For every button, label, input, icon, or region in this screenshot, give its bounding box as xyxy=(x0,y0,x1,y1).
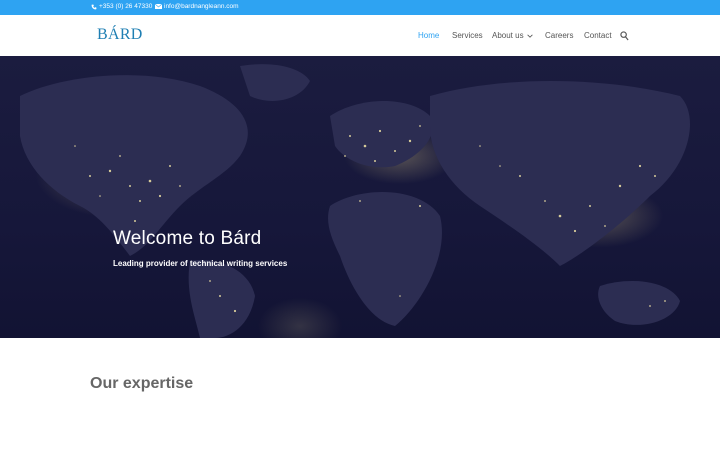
nav-contact[interactable]: Contact xyxy=(584,31,612,40)
world-lights-map xyxy=(20,64,690,338)
nav-contact-label: Contact xyxy=(584,31,612,40)
site-header: BÁRD Home Services About us Careers Cont… xyxy=(0,15,720,56)
nav-careers[interactable]: Careers xyxy=(545,31,573,40)
nav-home-label: Home xyxy=(418,31,440,40)
chevron-down-icon xyxy=(526,34,533,38)
topbar-email[interactable]: info@bardnangleann.com xyxy=(155,3,239,10)
topbar-phone[interactable]: +353 (0) 26 47330 xyxy=(91,3,152,10)
nav-about-label: About us xyxy=(492,31,524,40)
section-title: Our expertise xyxy=(90,375,194,392)
top-bar: +353 (0) 26 47330 info@bardnangleann.com xyxy=(0,0,720,15)
hero-banner: Welcome to Bárd Leading provider of tech… xyxy=(0,56,720,338)
nav-services-label: Services xyxy=(452,31,483,40)
phone-icon xyxy=(91,4,97,9)
nav-careers-label: Careers xyxy=(545,31,574,40)
nav-services[interactable]: Services xyxy=(452,31,483,40)
search-icon[interactable] xyxy=(620,31,629,41)
topbar-phone-text: +353 (0) 26 47330 xyxy=(99,3,153,10)
envelope-icon xyxy=(155,4,162,9)
hero-subtitle: Leading provider of technical writing se… xyxy=(113,259,288,268)
topbar-email-text: info@bardnangleann.com xyxy=(164,3,239,10)
nav-home[interactable]: Home xyxy=(418,31,439,40)
hero-title: Welcome to Bárd xyxy=(113,228,262,249)
main-nav: Home Services About us Careers Contact xyxy=(0,31,720,43)
nav-about[interactable]: About us xyxy=(492,31,533,40)
